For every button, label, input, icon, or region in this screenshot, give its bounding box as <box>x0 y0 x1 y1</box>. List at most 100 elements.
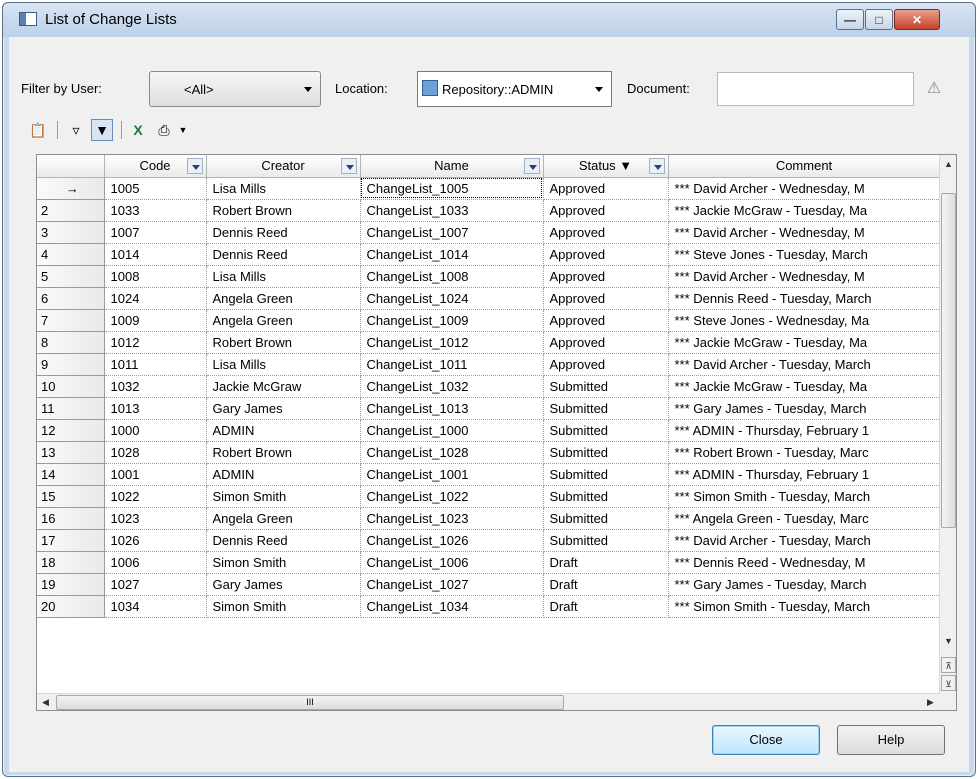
table-row[interactable]: 9 1011 Lisa Mills ChangeList_1011 Approved **… <box>37 353 941 376</box>
cell-comment[interactable]: *** Robert Brown - Tuesday, Marc <box>668 441 941 464</box>
cell-creator[interactable]: Lisa Mills <box>206 177 361 200</box>
cell-creator[interactable]: Gary James <box>206 397 361 420</box>
cell-status[interactable]: Submitted <box>543 485 669 508</box>
table-row[interactable]: 3 1007 Dennis Reed ChangeList_1007 Approved *… <box>37 221 941 244</box>
table-row[interactable]: 4 1014 Dennis Reed ChangeList_1014 Approved *… <box>37 243 941 266</box>
cell-creator[interactable]: Dennis Reed <box>206 529 361 552</box>
column-filter-icon[interactable] <box>186 158 203 174</box>
cell-code[interactable]: 1023 <box>104 507 207 530</box>
cell-status[interactable]: Submitted <box>543 441 669 464</box>
cell-name[interactable]: ChangeList_1027 <box>360 573 544 596</box>
cell-comment[interactable]: *** David Archer - Tuesday, March <box>668 353 941 376</box>
cell-name[interactable]: ChangeList_1033 <box>360 199 544 222</box>
cell-status[interactable]: Approved <box>543 287 669 310</box>
cell-code[interactable]: 1005 <box>104 177 207 200</box>
cell-code[interactable]: 1000 <box>104 419 207 442</box>
cell-status[interactable]: Submitted <box>543 507 669 530</box>
cell-creator[interactable]: Angela Green <box>206 507 361 530</box>
column-filter-icon[interactable] <box>648 158 665 174</box>
cell-creator[interactable]: ADMIN <box>206 419 361 442</box>
cell-name[interactable]: ChangeList_1026 <box>360 529 544 552</box>
maximize-button[interactable]: □ <box>865 9 893 30</box>
cell-comment[interactable]: *** Steve Jones - Wednesday, Ma <box>668 309 941 332</box>
cell-status[interactable]: Approved <box>543 199 669 222</box>
cell-creator[interactable]: Simon Smith <box>206 595 361 618</box>
print-icon[interactable]: ⎙ <box>153 119 175 141</box>
document-field[interactable] <box>717 72 914 106</box>
cell-name[interactable]: ChangeList_1034 <box>360 595 544 618</box>
minimize-button[interactable]: — <box>836 9 864 30</box>
cell-name[interactable]: ChangeList_1012 <box>360 331 544 354</box>
cell-name[interactable]: ChangeList_1001 <box>360 463 544 486</box>
cell-comment[interactable]: *** Dennis Reed - Tuesday, March <box>668 287 941 310</box>
cell-creator[interactable]: Simon Smith <box>206 485 361 508</box>
table-row[interactable]: 17 1026 Dennis Reed ChangeList_1026 Submitte… <box>37 529 941 552</box>
cell-name[interactable]: ChangeList_1006 <box>360 551 544 574</box>
cell-status[interactable]: Submitted <box>543 419 669 442</box>
cell-status[interactable]: Draft <box>543 595 669 618</box>
cell-name[interactable]: ChangeList_1014 <box>360 243 544 266</box>
cell-creator[interactable]: Lisa Mills <box>206 353 361 376</box>
location-dropdown[interactable]: Repository::ADMIN <box>417 71 612 107</box>
cell-creator[interactable]: Dennis Reed <box>206 221 361 244</box>
cell-comment[interactable]: *** Steve Jones - Tuesday, March <box>668 243 941 266</box>
cell-comment[interactable]: *** Jackie McGraw - Tuesday, Ma <box>668 375 941 398</box>
cell-code[interactable]: 1006 <box>104 551 207 574</box>
cell-creator[interactable]: Dennis Reed <box>206 243 361 266</box>
cell-code[interactable]: 1009 <box>104 309 207 332</box>
table-row[interactable]: 10 1032 Jackie McGraw ChangeList_1032 Submit… <box>37 375 941 398</box>
horizontal-scroll-thumb[interactable]: III <box>56 695 564 710</box>
cell-code[interactable]: 1034 <box>104 595 207 618</box>
table-row[interactable]: 13 1028 Robert Brown ChangeList_1028 Submitt… <box>37 441 941 464</box>
cell-code[interactable]: 1007 <box>104 221 207 244</box>
cell-creator[interactable]: ADMIN <box>206 463 361 486</box>
cell-status[interactable]: Approved <box>543 177 669 200</box>
cell-status[interactable]: Draft <box>543 551 669 574</box>
cell-code[interactable]: 1032 <box>104 375 207 398</box>
scroll-right-icon[interactable]: ▶ <box>923 694 938 710</box>
cell-status[interactable]: Approved <box>543 265 669 288</box>
window-close-button[interactable]: ✕ <box>894 9 940 30</box>
cell-code[interactable]: 1028 <box>104 441 207 464</box>
close-button[interactable]: Close <box>712 725 820 755</box>
cell-status[interactable]: Approved <box>543 309 669 332</box>
column-filter-icon[interactable] <box>523 158 540 174</box>
cell-comment[interactable]: *** ADMIN - Thursday, February 1 <box>668 463 941 486</box>
scroll-top-icon[interactable]: ⊼ <box>941 657 956 673</box>
column-header-status[interactable]: Status ▼ <box>543 155 669 178</box>
scroll-up-icon[interactable]: ▲ <box>941 156 956 172</box>
cell-code[interactable]: 1027 <box>104 573 207 596</box>
cell-comment[interactable]: *** Jackie McGraw - Tuesday, Ma <box>668 331 941 354</box>
excel-export-icon[interactable]: X <box>127 119 149 141</box>
table-row[interactable]: 18 1006 Simon Smith ChangeList_1006 Draft ***… <box>37 551 941 574</box>
cell-status[interactable]: Submitted <box>543 529 669 552</box>
vertical-scrollbar[interactable]: ▲ ▼ ⊼ ⊻ <box>939 155 956 710</box>
table-row[interactable]: 5 1008 Lisa Mills ChangeList_1008 Approved **… <box>37 265 941 288</box>
horizontal-scrollbar[interactable]: ◀ III ▶ <box>37 693 940 710</box>
cell-status[interactable]: Submitted <box>543 397 669 420</box>
cell-code[interactable]: 1026 <box>104 529 207 552</box>
print-dropdown-icon[interactable]: ▼ <box>177 119 189 141</box>
table-row[interactable]: 2 1033 Robert Brown ChangeList_1033 Approved… <box>37 199 941 222</box>
change-lists-grid[interactable]: Code Creator Name Status ▼ Comment → 1005… <box>36 154 957 711</box>
cell-code[interactable]: 1024 <box>104 287 207 310</box>
cell-status[interactable]: Approved <box>543 353 669 376</box>
cell-comment[interactable]: *** Simon Smith - Tuesday, March <box>668 485 941 508</box>
help-button[interactable]: Help <box>837 725 945 755</box>
filter-icon[interactable]: ▿ <box>65 119 87 141</box>
cell-name[interactable]: ChangeList_1023 <box>360 507 544 530</box>
column-header-creator[interactable]: Creator <box>206 155 361 178</box>
table-row[interactable]: → 1005 Lisa Mills ChangeList_1005 Approved **… <box>37 177 941 200</box>
cell-status[interactable]: Submitted <box>543 463 669 486</box>
cell-code[interactable]: 1008 <box>104 265 207 288</box>
cell-status[interactable]: Draft <box>543 573 669 596</box>
cell-creator[interactable]: Robert Brown <box>206 441 361 464</box>
cell-creator[interactable]: Lisa Mills <box>206 265 361 288</box>
cell-name[interactable]: ChangeList_1028 <box>360 441 544 464</box>
cell-comment[interactable]: *** David Archer - Tuesday, March <box>668 529 941 552</box>
cell-name[interactable]: ChangeList_1024 <box>360 287 544 310</box>
scroll-down-icon[interactable]: ▼ <box>941 633 956 649</box>
cell-creator[interactable]: Robert Brown <box>206 199 361 222</box>
cell-creator[interactable]: Gary James <box>206 573 361 596</box>
scroll-left-icon[interactable]: ◀ <box>38 694 53 710</box>
